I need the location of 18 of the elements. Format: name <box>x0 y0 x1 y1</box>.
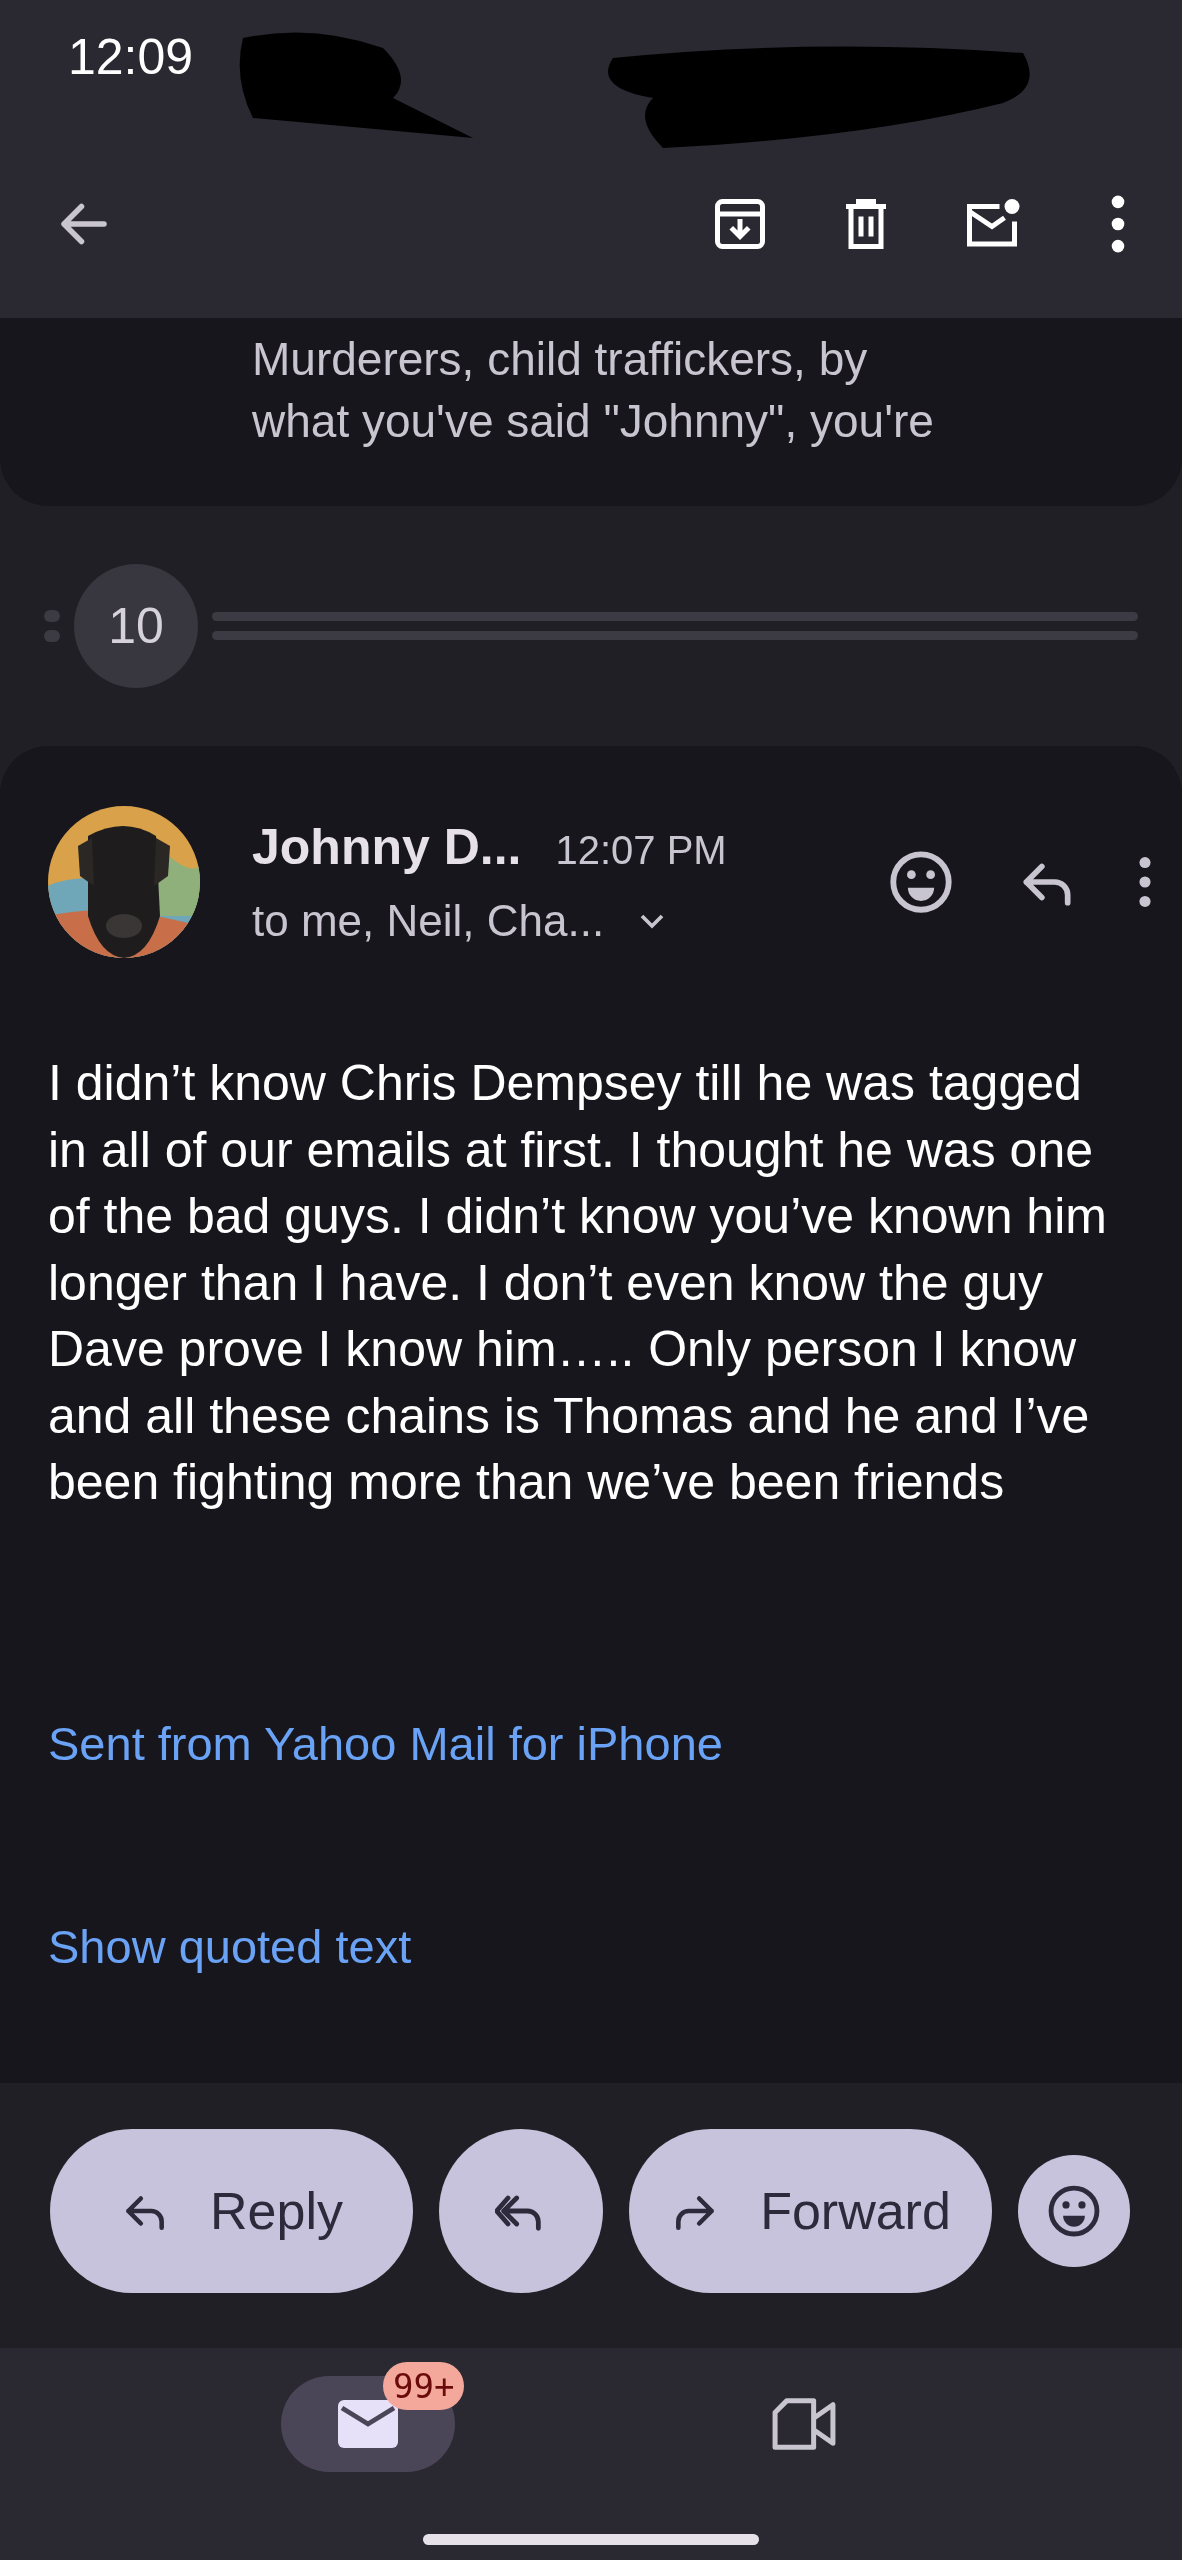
forward-button[interactable]: Forward <box>629 2128 992 2293</box>
show-quoted-text-link[interactable]: Show quoted text <box>48 1918 412 1974</box>
collapsed-stack-mark <box>44 610 60 642</box>
collapsed-messages-count[interactable]: 10 <box>74 564 198 688</box>
message-snippet-line: Murderers, child traffickers, by <box>252 332 869 387</box>
sender-name: Johnny D... <box>252 818 522 876</box>
unread-count-badge: 99+ <box>383 2362 465 2410</box>
signature-link[interactable]: Sent from Yahoo Mail for iPhone <box>48 1715 723 1771</box>
reply-button[interactable]: Reply <box>50 2128 413 2293</box>
more-options-icon <box>1110 194 1126 254</box>
video-camera-icon <box>771 2397 837 2451</box>
message-time: 12:07 PM <box>555 828 727 873</box>
recipients-text: to me, Neil, Cha... <box>252 896 605 946</box>
mail-icon <box>336 2398 400 2450</box>
message-snippet-line: what you've said "Johnny", you're <box>252 394 935 449</box>
more-options-icon[interactable] <box>1138 857 1152 907</box>
status-time: 12:09 <box>68 28 194 86</box>
message-body: I didn’t know Chris Dempsey till he was tagged in all of our emails at first. I thought he was one of the bad guys. I didn’t know you’ve known him longer than I have. I don’t even know the guy Dave prove I know him….. Only person I know and all these chains is Thomas and he and I’ve been fighting more than we’ve been friends <box>48 1054 1108 1512</box>
